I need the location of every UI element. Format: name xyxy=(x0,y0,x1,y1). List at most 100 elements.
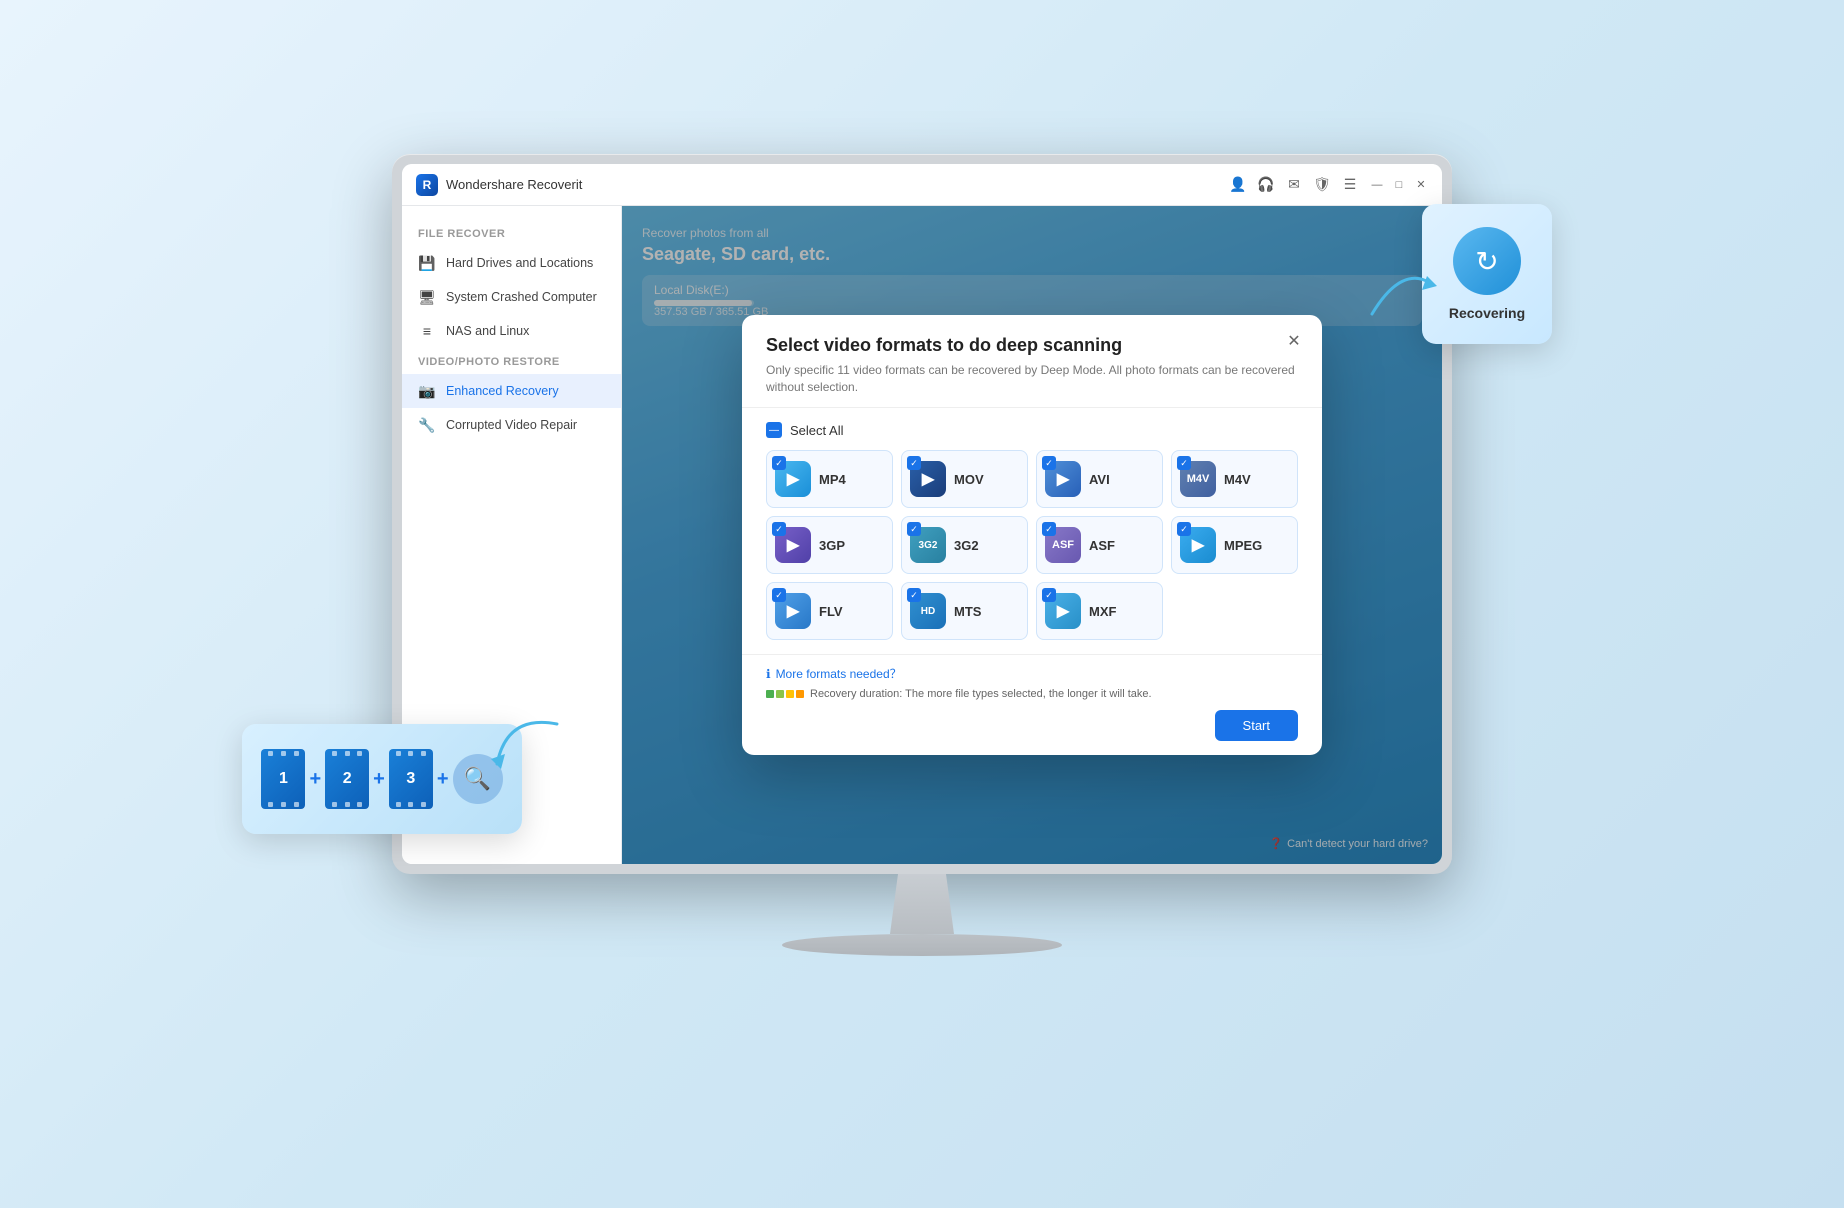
duration-seg-3 xyxy=(786,690,794,698)
select-all-label: Select All xyxy=(790,423,843,438)
film-plus-2: + xyxy=(373,768,385,791)
file-recover-section: File Recover xyxy=(402,220,621,246)
select-all-checkbox[interactable]: — xyxy=(766,422,782,438)
logo-text: R xyxy=(423,178,432,192)
modal-header: Select video formats to do deep scanning… xyxy=(742,315,1322,409)
arrow-right-decoration xyxy=(1362,254,1442,339)
sidebar-item-nas-linux[interactable]: ≡ NAS and Linux xyxy=(402,314,621,348)
film-segment-1: 1 xyxy=(261,749,305,809)
system-crashed-label: System Crashed Computer xyxy=(446,290,597,304)
film-segment-3: 3 xyxy=(389,749,433,809)
avi-label: AVI xyxy=(1089,472,1110,487)
format-item-3gp[interactable]: ✓ ▶ 3GP xyxy=(766,516,893,574)
flv-label: FLV xyxy=(819,604,843,619)
window-controls: — □ ✕ xyxy=(1370,178,1428,192)
more-formats-text: More formats needed？ xyxy=(776,665,902,682)
modal-overlay: ✕ Select video formats to do deep scanni… xyxy=(622,206,1442,864)
filmstrip-content: 1 + 2 + 3 + 🔍 xyxy=(261,749,502,809)
app-title: Wondershare Recoverit xyxy=(446,177,1230,192)
user-icon[interactable]: 👤 xyxy=(1230,177,1246,193)
monitor-neck xyxy=(882,874,962,934)
hard-drives-label: Hard Drives and Locations xyxy=(446,256,593,270)
asf-label: ASF xyxy=(1089,538,1115,553)
sidebar-item-system-crashed[interactable]: 🖥 System Crashed Computer xyxy=(402,280,621,314)
title-bar: R Wondershare Recoverit 👤 🎧 ✉ 🛡 ☰ — □ ✕ xyxy=(402,164,1442,206)
duration-bar xyxy=(766,690,804,698)
mov-label: MOV xyxy=(954,472,984,487)
mts-label: MTS xyxy=(954,604,981,619)
format-item-avi[interactable]: ✓ ▶ AVI xyxy=(1036,450,1163,508)
video-format-modal: ✕ Select video formats to do deep scanni… xyxy=(742,315,1322,756)
format-item-asf[interactable]: ✓ ASF ASF xyxy=(1036,516,1163,574)
film-number-2: 2 xyxy=(325,758,369,800)
asf-checkbox[interactable]: ✓ xyxy=(1042,522,1056,536)
system-crash-icon: 🖥 xyxy=(418,288,436,306)
format-item-3g2[interactable]: ✓ 3G2 3G2 xyxy=(901,516,1028,574)
m4v-label: M4V xyxy=(1224,472,1251,487)
mail-icon[interactable]: ✉ xyxy=(1286,177,1302,193)
format-item-m4v[interactable]: ✓ M4V M4V xyxy=(1171,450,1298,508)
film-segment-2: 2 xyxy=(325,749,369,809)
arrow-left-decoration xyxy=(477,704,577,809)
hard-drive-icon: 💾 xyxy=(418,254,436,272)
select-all-row[interactable]: — Select All xyxy=(766,422,1298,438)
3g2-checkbox[interactable]: ✓ xyxy=(907,522,921,536)
duration-warning: Recovery duration: The more file types s… xyxy=(766,688,1298,700)
enhanced-recovery-label: Enhanced Recovery xyxy=(446,384,559,398)
mov-checkbox[interactable]: ✓ xyxy=(907,456,921,470)
monitor-base xyxy=(782,934,1062,956)
recovering-label: Recovering xyxy=(1449,305,1525,321)
info-icon: ℹ xyxy=(766,667,771,681)
corrupted-video-icon: 🔧 xyxy=(418,416,436,434)
avi-checkbox[interactable]: ✓ xyxy=(1042,456,1056,470)
duration-text: Recovery duration: The more file types s… xyxy=(810,688,1152,700)
duration-seg-2 xyxy=(776,690,784,698)
film-plus-1: + xyxy=(309,768,321,791)
format-item-flv[interactable]: ✓ ▶ FLV xyxy=(766,582,893,640)
video-restore-section: Video/Photo Restore xyxy=(402,348,621,374)
nas-icon: ≡ xyxy=(418,322,436,340)
flv-checkbox[interactable]: ✓ xyxy=(772,588,786,602)
start-button[interactable]: Start xyxy=(1215,710,1298,741)
film-plus-3: + xyxy=(437,768,449,791)
mxf-label: MXF xyxy=(1089,604,1116,619)
modal-body: — Select All ✓ ▶ xyxy=(742,408,1322,654)
m4v-checkbox[interactable]: ✓ xyxy=(1177,456,1191,470)
menu-icon[interactable]: ☰ xyxy=(1342,177,1358,193)
film-number-1: 1 xyxy=(261,758,305,800)
format-item-mts[interactable]: ✓ HD MTS xyxy=(901,582,1028,640)
format-item-mxf[interactable]: ✓ ▶ MXF xyxy=(1036,582,1163,640)
corrupted-repair-label: Corrupted Video Repair xyxy=(446,418,577,432)
toolbar-icons: 👤 🎧 ✉ 🛡 ☰ xyxy=(1230,177,1358,193)
format-item-mp4[interactable]: ✓ ▶ MP4 xyxy=(766,450,893,508)
sync-icon: ↻ xyxy=(1475,245,1498,278)
more-formats-link[interactable]: ℹ More formats needed？ xyxy=(766,665,1298,682)
maximize-button[interactable]: □ xyxy=(1392,178,1406,192)
modal-title: Select video formats to do deep scanning xyxy=(766,335,1298,356)
sidebar-item-enhanced-recovery[interactable]: 📷 Enhanced Recovery xyxy=(402,374,621,408)
mxf-checkbox[interactable]: ✓ xyxy=(1042,588,1056,602)
format-item-mov[interactable]: ✓ ▶ MOV xyxy=(901,450,1028,508)
close-button[interactable]: ✕ xyxy=(1414,178,1428,192)
3gp-checkbox[interactable]: ✓ xyxy=(772,522,786,536)
format-grid: ✓ ▶ MP4 ✓ xyxy=(766,450,1298,640)
mts-checkbox[interactable]: ✓ xyxy=(907,588,921,602)
headset-icon[interactable]: 🎧 xyxy=(1258,177,1274,193)
mpeg-checkbox[interactable]: ✓ xyxy=(1177,522,1191,536)
modal-close-button[interactable]: ✕ xyxy=(1282,329,1306,353)
mp4-label: MP4 xyxy=(819,472,846,487)
sidebar-item-corrupted-repair[interactable]: 🔧 Corrupted Video Repair xyxy=(402,408,621,442)
shield-icon[interactable]: 🛡 xyxy=(1314,177,1330,193)
sidebar-item-hard-drives[interactable]: 💾 Hard Drives and Locations xyxy=(402,246,621,280)
modal-subtitle: Only specific 11 video formats can be re… xyxy=(766,362,1298,396)
mp4-checkbox[interactable]: ✓ xyxy=(772,456,786,470)
duration-seg-4 xyxy=(796,690,804,698)
duration-seg-1 xyxy=(766,690,774,698)
film-number-3: 3 xyxy=(389,758,433,800)
minimize-button[interactable]: — xyxy=(1370,178,1384,192)
enhanced-recovery-icon: 📷 xyxy=(418,382,436,400)
format-item-mpeg[interactable]: ✓ ▶ MPEG xyxy=(1171,516,1298,574)
3g2-label: 3G2 xyxy=(954,538,979,553)
mpeg-label: MPEG xyxy=(1224,538,1262,553)
main-panel: Recover photos from all Seagate, SD card… xyxy=(622,206,1442,864)
